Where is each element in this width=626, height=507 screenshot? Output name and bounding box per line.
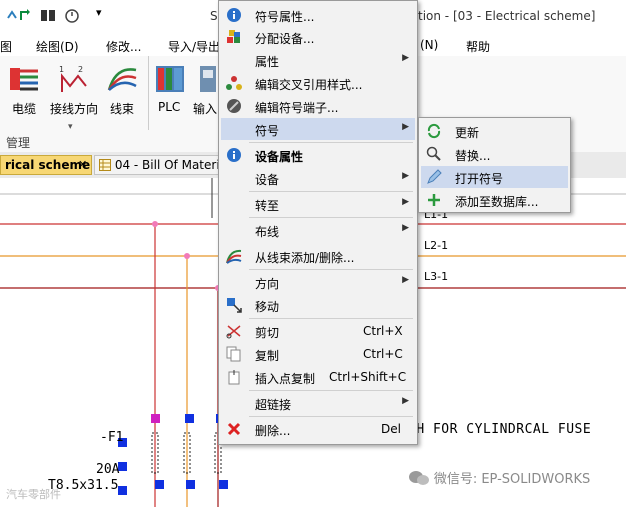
harness-label: 线束 — [110, 102, 135, 116]
svg-text:1: 1 — [59, 65, 64, 74]
cross-reference-icon — [226, 76, 242, 90]
submenu-arrow-icon: ▶ — [402, 396, 409, 406]
info-icon — [227, 148, 241, 162]
refresh-icon[interactable] — [18, 8, 34, 24]
rating-label: 20A — [96, 462, 120, 477]
submenu-item-update[interactable]: 更新 — [421, 120, 568, 142]
refresh-icon — [427, 123, 441, 139]
menu-item-cut[interactable]: 剪切 Ctrl+X — [221, 320, 415, 342]
cable-icon — [10, 68, 38, 91]
fuse-label: -F1 — [100, 430, 124, 445]
tab-label: 04 - Bill Of Materi — [114, 158, 220, 172]
menu-item-harness-add-remove[interactable]: 从线束添加/删除... — [221, 245, 415, 267]
menu-item-edit-cross-reference[interactable]: 编辑交叉引用样式... — [221, 72, 415, 94]
symbol-submenu: 更新 替换... 打开符号 添加至数据库... — [418, 117, 571, 213]
ribbon-divider — [148, 56, 149, 130]
search-icon — [426, 146, 441, 161]
watermark-right: 微信号: EP-SOLIDWORKS — [408, 468, 590, 487]
menu-item-modify[interactable]: 修改... — [106, 38, 141, 55]
window-title: tion - [03 - Electrical scheme] — [418, 9, 596, 23]
chevron-down-icon[interactable]: ▾ — [68, 122, 73, 132]
plus-icon — [428, 194, 440, 206]
submenu-arrow-icon: ▶ — [402, 171, 409, 181]
timer-icon[interactable] — [64, 7, 80, 23]
copy-icon — [226, 346, 241, 362]
menu-item-symbol-properties[interactable]: 符号属性... — [221, 4, 415, 26]
assign-device-icon — [227, 30, 240, 43]
menu-separator — [249, 269, 413, 270]
close-icon[interactable]: ✕ — [78, 158, 87, 171]
menu-separator — [249, 390, 413, 391]
menu-item-help[interactable]: 帮助 — [466, 38, 490, 55]
wire-label-l2: L2-1 — [424, 239, 449, 252]
menu-item-direction[interactable]: 方向 ▶ — [221, 271, 415, 293]
watermark-text: 微信号: EP-SOLIDWORKS — [433, 472, 591, 487]
svg-text:2: 2 — [78, 65, 83, 74]
menu-item-draw[interactable]: 绘图(D) — [36, 38, 79, 55]
plc-label: PLC — [158, 100, 181, 114]
harness-icon — [226, 249, 242, 264]
info-icon — [227, 8, 241, 22]
menu-item-properties[interactable]: 属性 ▶ — [221, 49, 415, 71]
menu-item-delete[interactable]: 删除... Del — [221, 418, 415, 440]
wechat-icon — [409, 471, 429, 485]
edit-terminal-icon — [227, 99, 241, 113]
submenu-arrow-icon: ▶ — [402, 53, 409, 63]
submenu-item-add-to-database[interactable]: 添加至数据库... — [421, 189, 568, 211]
menu-item-n[interactable]: (N) — [420, 38, 438, 52]
menu-item-copy[interactable]: 复制 Ctrl+C — [221, 343, 415, 365]
submenu-arrow-icon: ▶ — [402, 275, 409, 285]
table-icon — [99, 159, 111, 171]
window-title-prefix: S — [210, 9, 218, 23]
menu-item-import-export[interactable]: 导入/导出 — [168, 38, 220, 55]
scissors-icon — [226, 325, 241, 339]
menu-separator — [249, 191, 413, 192]
submenu-arrow-icon: ▶ — [402, 223, 409, 233]
copy-insert-icon — [228, 370, 240, 385]
delete-icon — [227, 422, 241, 436]
menu-separator — [249, 142, 413, 143]
ribbon-group-label: 管理 — [6, 136, 31, 150]
menu-item-device-properties[interactable]: 设备属性 — [221, 144, 415, 166]
menu-item-hyperlink[interactable]: 超链接 ▶ — [221, 392, 415, 414]
cable-label: 电缆 — [12, 102, 37, 116]
menu-item-wiring[interactable]: 布线 ▶ — [221, 219, 415, 241]
pencil-icon — [427, 169, 442, 184]
tab-bill-of-materials[interactable]: 04 - Bill Of Materi — [94, 155, 224, 175]
plc-icon — [156, 66, 184, 92]
menu-item-copy-insert-point[interactable]: 插入点复制 Ctrl+Shift+C — [221, 366, 415, 388]
submenu-item-open-symbol[interactable]: 打开符号 — [421, 166, 568, 188]
menu-item-symbol[interactable]: 符号 ▶ — [221, 118, 415, 140]
menu-separator — [249, 318, 413, 319]
move-icon — [227, 298, 242, 313]
wire-direction-icon: 1 2 — [59, 65, 87, 92]
wire-direction-label: 接线方向 — [50, 102, 99, 116]
menu-item-assign-device[interactable]: 分配设备... — [221, 26, 415, 48]
menu-separator — [249, 217, 413, 218]
menu-item-partial[interactable]: 图 — [0, 38, 12, 55]
menu-item-device[interactable]: 设备 ▶ — [221, 167, 415, 189]
menu-item-edit-terminal[interactable]: 编辑符号端子... — [221, 95, 415, 117]
submenu-item-replace[interactable]: 替换... — [421, 143, 568, 165]
watermark-left: 汽车零部件 — [6, 488, 61, 501]
harness-icon — [107, 68, 137, 91]
input-icon — [200, 66, 216, 92]
binoculars-icon[interactable] — [40, 7, 56, 23]
submenu-arrow-icon: ▶ — [402, 197, 409, 207]
menu-item-move[interactable]: 移动 — [221, 294, 415, 316]
input-label: 输入 — [193, 102, 218, 116]
menu-separator — [249, 416, 413, 417]
submenu-arrow-icon: ▶ — [402, 122, 409, 132]
context-menu: 符号属性... 分配设备... 属性 ▶ 编辑交叉引用样式... 编辑符号端子.… — [218, 0, 418, 445]
wire-label-l3: L3-1 — [424, 270, 449, 283]
quick-access-dropdown[interactable]: ▾ — [96, 6, 102, 19]
note-text: TH FOR CYLINDRCAL FUSE — [408, 422, 592, 437]
menu-item-goto[interactable]: 转至 ▶ — [221, 193, 415, 215]
